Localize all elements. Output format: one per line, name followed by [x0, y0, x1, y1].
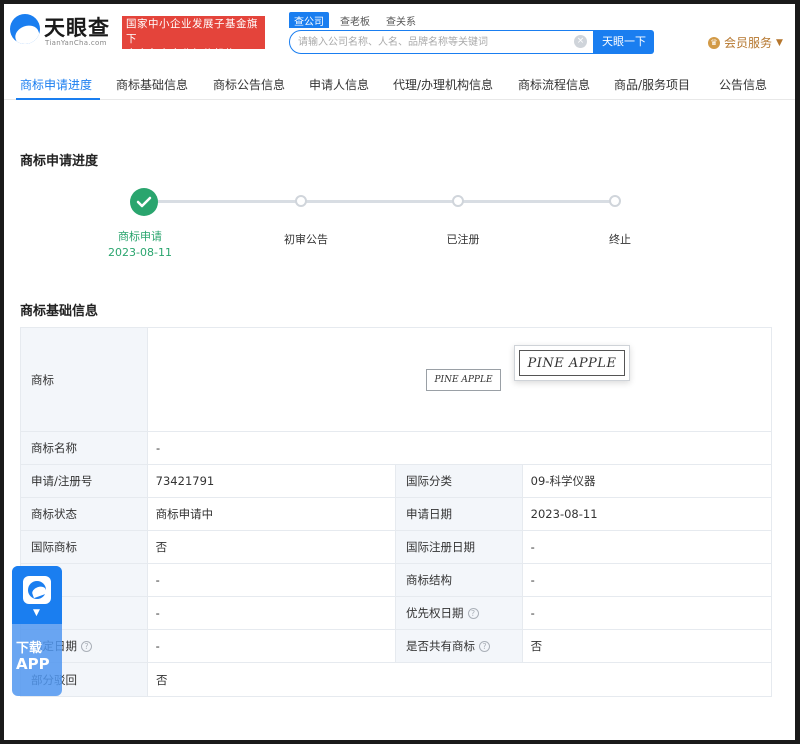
tab-process-info[interactable]: 商标流程信息: [518, 76, 590, 93]
step-label-3: 已注册: [446, 233, 480, 246]
tianyancha-logo-icon: [10, 14, 40, 44]
download-app-widget[interactable]: ▼ 下载 APP: [12, 566, 62, 696]
trademark-thumbnail[interactable]: PINE APPLE: [426, 369, 501, 391]
label-intl-reg-date: 国际注册日期: [396, 531, 523, 563]
value-type: -: [148, 564, 396, 596]
label-status: 商标状态: [21, 498, 148, 530]
app-logo-icon: [23, 576, 51, 604]
value-intl-reg-date: -: [530, 540, 535, 554]
value-structure: -: [530, 573, 535, 587]
tab-applicant-info[interactable]: 申请人信息: [309, 76, 369, 93]
basic-info-table: 商标 PINE APPLE PINE APPLE 商标名称 - 申请/注册号 7…: [20, 327, 772, 697]
label-trademark-name: 商标名称: [21, 432, 148, 464]
app-label: APP: [16, 655, 50, 673]
vip-service-menu[interactable]: ♛ 会员服务 ▼: [708, 34, 783, 51]
step-dot-3: [452, 195, 464, 207]
label-structure: 商标结构: [396, 564, 523, 596]
value-apply-date: 2023-08-11: [530, 507, 598, 521]
active-tab-indicator: [16, 98, 100, 100]
value-status: 商标申请中: [148, 498, 396, 530]
value-intl-trademark: 否: [148, 531, 396, 563]
value-form: -: [148, 597, 396, 629]
step-label-2: 初审公告: [284, 233, 328, 246]
table-row: 指定日期 ? - 是否共有商标 ? 否: [21, 630, 771, 663]
value-shared-trademark: 否: [530, 639, 543, 653]
trademark-preview: PINE APPLE: [514, 345, 630, 381]
step-label-1: 商标申请: [118, 230, 162, 243]
value-partial-rejection: 否: [156, 672, 168, 687]
promo-banner[interactable]: 国家中小企业发展子基金旗下 官方备案企业征信机构: [122, 16, 265, 60]
table-row-trademark: 商标 PINE APPLE PINE APPLE: [21, 328, 771, 432]
label-priority-date-text: 优先权日期: [406, 606, 464, 620]
basic-info-title: 商标基础信息: [20, 304, 99, 319]
tab-goods-services[interactable]: 商品/服务项目: [614, 76, 690, 93]
table-row: 商标名称 -: [21, 432, 771, 465]
help-icon[interactable]: ?: [467, 607, 479, 619]
banner-line-2: 官方备案企业征信机构: [126, 48, 236, 60]
label-intl-class: 国际分类: [396, 465, 523, 497]
site-logo[interactable]: 天眼查 TianYanCha.com: [10, 12, 120, 52]
search-tab-relation[interactable]: 查关系: [381, 12, 421, 28]
table-row: 形式 - 优先权日期 ? -: [21, 597, 771, 630]
banner-line-1: 国家中小企业发展子基金旗下: [126, 18, 258, 45]
search-box: ×: [289, 30, 594, 54]
download-arrow-icon: ▼: [33, 608, 40, 618]
download-widget-top: ▼: [12, 566, 62, 624]
step-date-1: 2023-08-11: [108, 246, 172, 259]
search-input[interactable]: [290, 31, 570, 53]
logo-name: 天眼查: [44, 16, 110, 40]
progress-title: 商标申请进度: [20, 154, 99, 169]
label-shared-trademark-text: 是否共有商标: [406, 639, 475, 653]
search-button[interactable]: 天眼一下: [594, 30, 654, 54]
label-reg-number: 申请/注册号: [21, 465, 148, 497]
label-apply-date: 申请日期: [396, 498, 523, 530]
table-row: 申请/注册号 73421791 国际分类 09-科学仪器: [21, 465, 771, 498]
vip-label: 会员服务: [724, 36, 773, 50]
value-intl-class[interactable]: 09-科学仪器: [523, 465, 771, 497]
tab-announcement-info[interactable]: 商标公告信息: [213, 76, 285, 93]
tab-application-progress[interactable]: 商标申请进度: [20, 76, 92, 93]
table-row: 部分驳回 否: [21, 663, 771, 696]
section-nav: 商标申请进度 商标基础信息 商标公告信息 申请人信息 代理/办理机构信息 商标流…: [4, 66, 795, 100]
search-tab-company[interactable]: 查公司: [289, 12, 329, 28]
tab-agency-info[interactable]: 代理/办理机构信息: [393, 76, 493, 93]
value-trademark-name: -: [156, 441, 161, 455]
step-label-4: 终止: [609, 233, 631, 246]
site-header: 天眼查 TianYanCha.com 国家中小企业发展子基金旗下 官方备案企业征…: [4, 4, 795, 62]
download-label: 下载: [16, 641, 43, 656]
help-icon[interactable]: ?: [81, 640, 92, 652]
value-priority-date: -: [530, 606, 535, 620]
label-priority-date: 优先权日期 ?: [396, 597, 523, 629]
help-icon[interactable]: ?: [479, 640, 490, 652]
search-mode-tabs: 查公司 查老板 查关系: [289, 12, 421, 28]
tab-notice-info[interactable]: 公告信息: [719, 76, 767, 93]
trademark-image-cell: PINE APPLE PINE APPLE: [148, 328, 771, 431]
value-designated-date: -: [148, 630, 396, 662]
clear-icon[interactable]: ×: [574, 35, 587, 48]
logo-subtitle: TianYanCha.com: [45, 39, 107, 47]
trademark-preview-text: PINE APPLE: [519, 350, 625, 376]
tab-basic-info[interactable]: 商标基础信息: [116, 76, 188, 93]
chevron-down-icon: ▼: [776, 37, 783, 48]
table-row: 国际商标 否 国际注册日期 -: [21, 531, 771, 564]
crown-icon: ♛: [708, 36, 720, 49]
label-intl-trademark: 国际商标: [21, 531, 148, 563]
table-row: 商标状态 商标申请中 申请日期 2023-08-11: [21, 498, 771, 531]
search-tab-boss[interactable]: 查老板: [335, 12, 375, 28]
step-dot-4: [609, 195, 621, 207]
trademark-label: 商标: [21, 328, 148, 431]
step-dot-2: [295, 195, 307, 207]
label-shared-trademark: 是否共有商标 ?: [396, 630, 523, 662]
step-done-icon: [130, 188, 158, 216]
value-reg-number: 73421791: [148, 465, 396, 497]
page-frame: 天眼查 TianYanCha.com 国家中小企业发展子基金旗下 官方备案企业征…: [4, 4, 795, 740]
table-row: 类型 - 商标结构 -: [21, 564, 771, 597]
progress-track: [144, 200, 620, 203]
